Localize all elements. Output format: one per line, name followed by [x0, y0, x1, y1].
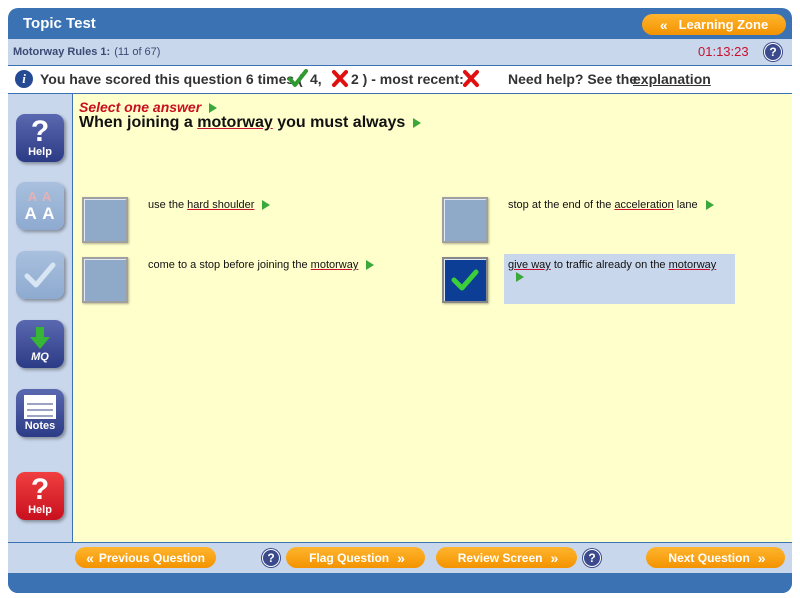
select-prompt: Select one answer [79, 99, 218, 115]
notes-button[interactable]: Notes [16, 389, 64, 437]
answer-3-pre: come to a stop before joining the [148, 259, 311, 271]
next-question-button[interactable]: Next Question » [646, 547, 785, 568]
question-keyword[interactable]: motorway [197, 114, 273, 131]
question-panel: Select one answer When joining a motorwa… [73, 94, 792, 542]
answer-2-post: lane [673, 199, 698, 211]
answer-checkbox-3[interactable] [82, 257, 128, 303]
app-window: Topic Test « Learning Zone Motorway Rule… [8, 8, 792, 593]
title-bar: Topic Test « Learning Zone [8, 8, 792, 38]
mq-label: MQ [31, 350, 49, 363]
answer-1-keyword[interactable]: hard shoulder [187, 199, 254, 211]
answer-2-pre: stop at the end of the [508, 199, 615, 211]
timer: 01:13:23 [698, 44, 749, 59]
help-label: Help [28, 145, 52, 158]
answer-2-keyword[interactable]: acceleration [614, 199, 673, 211]
text-size-button[interactable]: A A A A [16, 182, 64, 230]
help-red-button[interactable]: ? Help [16, 472, 64, 520]
answer-text-4[interactable]: give way to traffic already on the motor… [504, 254, 735, 304]
text-size-small-icon: A A [27, 188, 53, 204]
double-chevron-left-icon: « [659, 16, 668, 33]
info-bar: Motorway Rules 1: (11 of 67) 01:13:23 ? [8, 39, 792, 65]
double-chevron-right-icon: » [757, 549, 766, 566]
play-audio-icon[interactable] [413, 117, 422, 128]
answer-1-pre: use the [148, 199, 188, 211]
timer-help-icon[interactable]: ? [764, 43, 782, 61]
tick-icon [288, 69, 308, 87]
notes-label: Notes [24, 419, 56, 432]
select-prompt-text: Select one answer [79, 99, 202, 115]
question-stem-pre: When joining a [79, 114, 198, 131]
wrong-count: 2 ) - most recent: [351, 71, 464, 87]
help2-label: Help [28, 503, 52, 516]
review-screen-button[interactable]: Review Screen » [436, 547, 577, 568]
question-mark-red-icon: ? [30, 472, 50, 506]
answer-text-1[interactable]: use the hard shoulder [148, 199, 271, 211]
play-audio-icon[interactable] [262, 200, 271, 211]
cross-icon [332, 70, 348, 87]
review-screen-label: Review Screen [457, 550, 543, 565]
play-audio-icon[interactable] [209, 103, 218, 114]
review-help-icon[interactable]: ? [583, 549, 601, 567]
checkmark-icon [24, 262, 56, 288]
flag-help-icon[interactable]: ? [262, 549, 280, 567]
info-icon: i [15, 70, 33, 88]
score-text: You have scored this question 6 times ( [40, 71, 303, 87]
section-name: Motorway Rules 1: [13, 46, 111, 58]
score-bar: i You have scored this question 6 times … [8, 66, 792, 93]
previous-question-label: Previous Question [98, 550, 205, 565]
notes-icon [24, 394, 56, 419]
previous-question-button[interactable]: « Previous Question [75, 547, 216, 568]
play-audio-icon[interactable] [516, 272, 524, 283]
help-button[interactable]: ? Help [16, 114, 64, 162]
answer-text-3[interactable]: come to a stop before joining the motorw… [148, 259, 375, 271]
down-arrow-icon [30, 326, 50, 349]
check-answer-button[interactable] [16, 251, 64, 299]
learning-zone-label: Learning Zone [678, 17, 769, 32]
text-size-large-icon: A A [24, 203, 56, 223]
section-info: Motorway Rules 1: (11 of 67) [13, 46, 160, 58]
flag-question-label: Flag Question [309, 550, 390, 565]
double-chevron-right-icon: » [397, 549, 405, 566]
answer-text-2[interactable]: stop at the end of the acceleration lane [508, 199, 714, 211]
play-audio-icon[interactable] [366, 260, 375, 271]
answer-3-keyword[interactable]: motorway [311, 259, 359, 271]
answer-4-mid: to traffic already on the [550, 259, 669, 271]
most-recent-cross-icon [463, 70, 479, 87]
mq-button[interactable]: MQ [16, 320, 64, 368]
question-stem: When joining a motorway you must always [79, 114, 422, 132]
answer-4-keyword-2[interactable]: motorway [669, 259, 717, 271]
selected-check-icon [451, 269, 479, 291]
footer-bar [8, 573, 792, 593]
next-question-label: Next Question [668, 550, 750, 565]
answer-4-keyword[interactable]: give way [508, 259, 551, 271]
question-mark-icon: ? [30, 114, 50, 148]
double-chevron-left-icon: « [86, 549, 94, 566]
learning-zone-button[interactable]: « Learning Zone [642, 14, 786, 35]
flag-question-button[interactable]: Flag Question » [286, 547, 425, 568]
play-audio-icon[interactable] [705, 200, 714, 211]
explanation-link[interactable]: explanation [633, 71, 711, 87]
navigation-bar: « Previous Question ? Flag Question » Re… [8, 543, 792, 573]
question-count: (11 of 67) [114, 46, 161, 58]
answer-checkbox-4-selected[interactable] [442, 257, 488, 303]
app-title: Topic Test [23, 15, 96, 32]
correct-count: 4, [310, 71, 322, 87]
sidebar: ? Help A A A A MQ Notes ? Help [8, 94, 72, 542]
double-chevron-right-icon: » [550, 549, 558, 566]
help-text: Need help? See the [508, 71, 638, 87]
answer-checkbox-2[interactable] [442, 197, 488, 243]
question-stem-post: you must always [272, 114, 406, 131]
answer-checkbox-1[interactable] [82, 197, 128, 243]
